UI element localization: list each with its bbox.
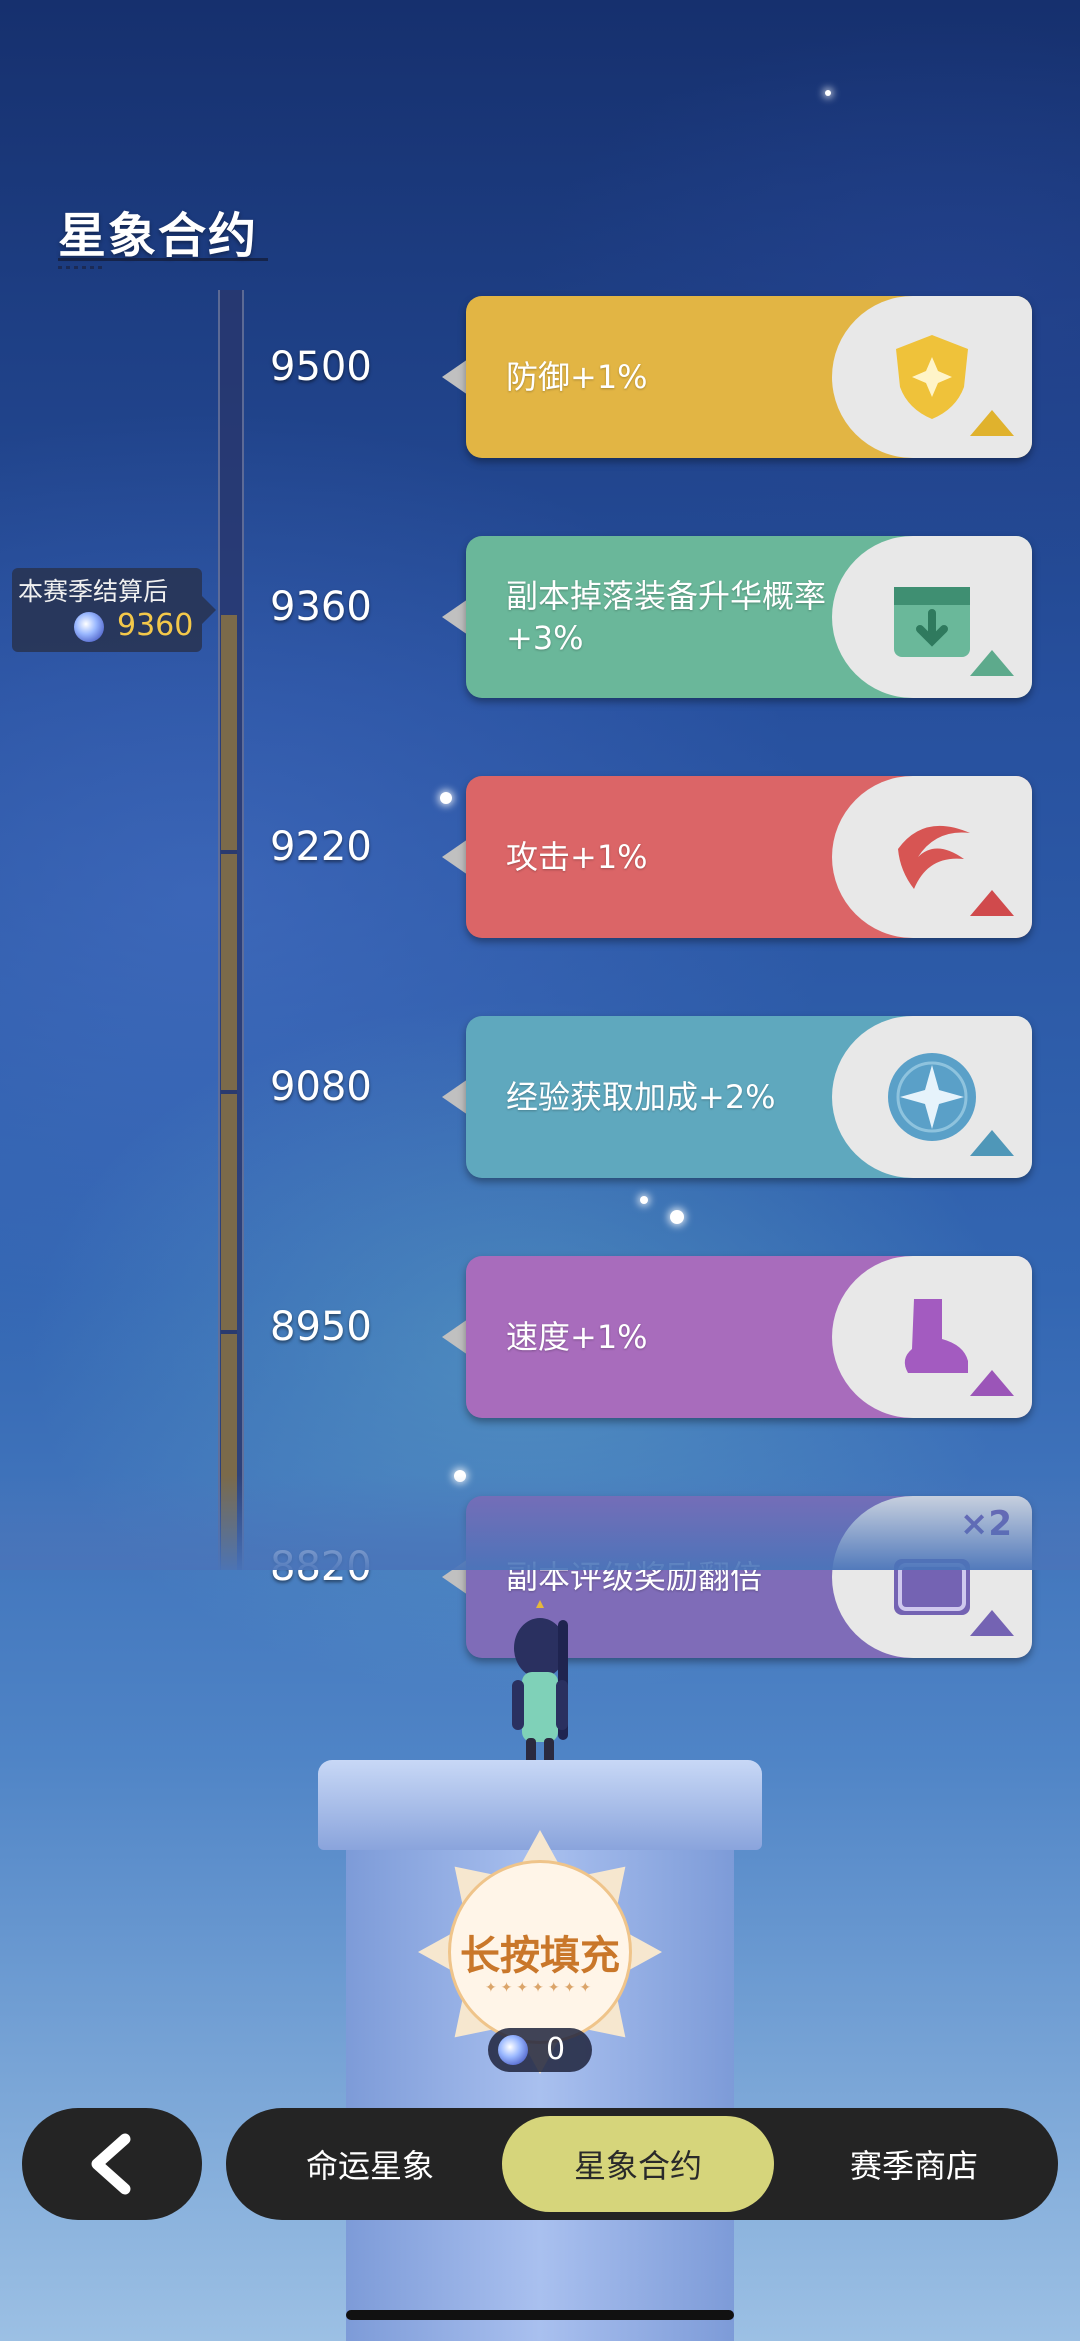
reward-icon-panel [832, 1256, 1032, 1418]
upgrade-arrow-icon [970, 650, 1014, 676]
reward-icon-panel [832, 296, 1032, 458]
home-indicator[interactable] [346, 2310, 734, 2320]
bottom-tab-bar: 命运星象 星象合约 赛季商店 [226, 2108, 1058, 2220]
reward-card[interactable]: 防御+1% [466, 296, 1032, 458]
title-underline [58, 258, 268, 261]
tab-star-contract[interactable]: 星象合约 [502, 2116, 774, 2212]
reward-level: 9080 [270, 1064, 372, 1110]
fill-button-label: 长按填充 [460, 1933, 620, 1979]
reward-description: 经验获取加成+2% [506, 1078, 776, 1116]
season-settlement-badge: 本赛季结算后 9360 [12, 568, 216, 652]
orb-count-value: 0 [546, 2032, 566, 2067]
reward-pointer [442, 359, 468, 395]
reward-level: 8950 [270, 1304, 372, 1350]
orb-count-pill: 0 [488, 2028, 592, 2072]
reward-level: 9500 [270, 344, 372, 390]
tab-label: 星象合约 [573, 2147, 702, 2185]
upgrade-arrow-icon [970, 1370, 1014, 1396]
upgrade-arrow-icon [970, 1130, 1014, 1156]
star-orb-icon [74, 612, 104, 642]
reward-card[interactable]: 副本掉落装备升华概率+3% [466, 536, 1032, 698]
progress-tick [221, 850, 237, 854]
back-button[interactable] [22, 2108, 202, 2220]
star-orb-icon [498, 2035, 528, 2065]
reward-pointer [442, 1319, 468, 1355]
upgrade-arrow-icon [970, 890, 1014, 916]
fill-dots: ✦✦✦✦✦✦✦ [484, 1980, 596, 1996]
page-title: 星象合约 [58, 208, 259, 264]
tab-destiny-stars[interactable]: 命运星象 [234, 2116, 506, 2212]
tab-label: 命运星象 [305, 2147, 434, 2185]
reward-pointer [442, 1079, 468, 1115]
reward-level: 9220 [270, 824, 372, 870]
season-settlement-value: 9360 [117, 608, 194, 643]
reward-icon-panel [832, 536, 1032, 698]
tab-season-shop[interactable]: 赛季商店 [778, 2116, 1050, 2212]
upgrade-arrow-icon [970, 1610, 1014, 1636]
reward-description: 速度+1% [506, 1318, 648, 1356]
reward-pointer [442, 599, 468, 635]
reward-icon-panel [832, 776, 1032, 938]
season-settlement-label: 本赛季结算后 [18, 577, 169, 606]
reward-description: 防御+1% [506, 358, 648, 396]
progress-tick [221, 1090, 237, 1094]
upgrade-arrow-icon [970, 410, 1014, 436]
reward-card[interactable]: 经验获取加成+2% [466, 1016, 1032, 1178]
tab-label: 赛季商店 [849, 2147, 978, 2185]
reward-icon-panel [832, 1016, 1032, 1178]
back-arrow-icon [91, 2133, 131, 2195]
reward-level: 9360 [270, 584, 372, 630]
reward-card[interactable]: 攻击+1% [466, 776, 1032, 938]
reward-pointer [442, 839, 468, 875]
list-fade [0, 1475, 1080, 1570]
progress-tick [221, 1330, 237, 1334]
reward-description: 攻击+1% [506, 838, 648, 876]
title-dots [58, 266, 106, 269]
reward-description: 副本掉落装备升华概率+3% [506, 577, 827, 657]
reward-card[interactable]: 速度+1% [466, 1256, 1032, 1418]
sky-star [825, 90, 831, 96]
